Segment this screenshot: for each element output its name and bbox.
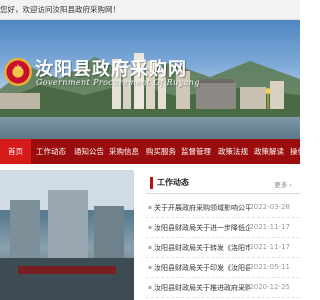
site-banner: ★ 汝阳县政府采购网 Government Procurement Of Ruy… — [0, 20, 300, 139]
nav-item-purchase-services[interactable]: 购买服务 — [146, 139, 176, 164]
site-subtitle: Government Procurement Of Ruyang — [36, 78, 200, 87]
news-item-title[interactable]: 汝阳县财政局关于转发《洛阳市政府采购负面清单》的通知 — [154, 243, 250, 253]
nav-item-notices[interactable]: 通知公告 — [74, 139, 104, 164]
news-item-title[interactable]: 汝阳县财政局关于推进政府采购信用体系建设的通知 — [154, 283, 250, 293]
news-item-date: 2020-12-25 — [249, 283, 290, 291]
bullet-icon: ▪ — [148, 224, 153, 231]
work-news-title: 工作动态 — [157, 178, 189, 187]
nav-item-operations[interactable]: 操作 — [290, 139, 300, 164]
nav-item-home[interactable]: 首页 — [0, 139, 31, 164]
main-nav: 首页 工作动态 通知公告 采购信息 购买服务 监督管理 政策法规 政策解读 操作 — [0, 139, 300, 164]
section-marker — [150, 177, 153, 189]
nav-item-work-news[interactable]: 工作动态 — [36, 139, 66, 164]
work-news-panel: 工作动态 更多 › ▪ 关于开展政府采购领域影响公平竞争问题专项整治的通知 20… — [146, 172, 300, 300]
news-item-date: 2021-05-11 — [249, 263, 290, 271]
more-link[interactable]: 更多 › — [274, 179, 292, 189]
nav-item-policy-regulations[interactable]: 政策法规 — [218, 139, 248, 164]
nav-item-policy-interpretation[interactable]: 政策解读 — [254, 139, 284, 164]
news-photo-image — [0, 170, 134, 300]
bullet-icon: ▪ — [148, 264, 153, 271]
bullet-icon: ▪ — [148, 244, 153, 251]
news-item[interactable]: ▪ 汝阳县财政局关于印发《汝阳县政府采购内部控制办法》的通知 2021-05-1… — [146, 258, 300, 278]
news-item-date: 2022-03-28 — [249, 203, 290, 211]
news-item[interactable]: ▪ 汝阳县财政局关于转发《洛阳市政府采购负面清单》的通知 2021-11-17 — [146, 238, 300, 258]
news-item[interactable]: ▪ 汝阳县财政局关于推进政府采购信用体系建设的通知 2020-12-25 — [146, 278, 300, 298]
news-item-date: 2021-11-17 — [249, 223, 290, 231]
news-item-title[interactable]: 关于开展政府采购领域影响公平竞争问题专项整治的通知 — [154, 203, 250, 213]
news-item[interactable]: ▪ 汝阳县财政局关于进一步降低企业政府采购成本的通知 2021-11-17 — [146, 218, 300, 238]
news-item-title[interactable]: 汝阳县财政局关于进一步降低企业政府采购成本的通知 — [154, 223, 250, 233]
nav-item-supervision[interactable]: 监督管理 — [181, 139, 211, 164]
news-photo[interactable] — [0, 170, 134, 300]
work-news-header: 工作动态 更多 › — [146, 172, 300, 194]
welcome-text: 您好，欢迎访问汝阳县政府采购网！ — [0, 5, 120, 14]
banner-river — [0, 117, 300, 139]
nav-item-procurement-info[interactable]: 采购信息 — [109, 139, 139, 164]
welcome-bar: 您好，欢迎访问汝阳县政府采购网！ — [0, 0, 300, 20]
news-item-title[interactable]: 汝阳县财政局关于印发《汝阳县政府采购内部控制办法》的通知 — [154, 263, 250, 273]
national-emblem-icon: ★ — [4, 58, 32, 86]
news-item[interactable]: ▪ 关于开展政府采购领域影响公平竞争问题专项整治的通知 2022-03-28 — [146, 198, 300, 218]
bullet-icon: ▪ — [148, 284, 153, 291]
bullet-icon: ▪ — [148, 204, 153, 211]
news-item-date: 2021-11-17 — [249, 243, 290, 251]
